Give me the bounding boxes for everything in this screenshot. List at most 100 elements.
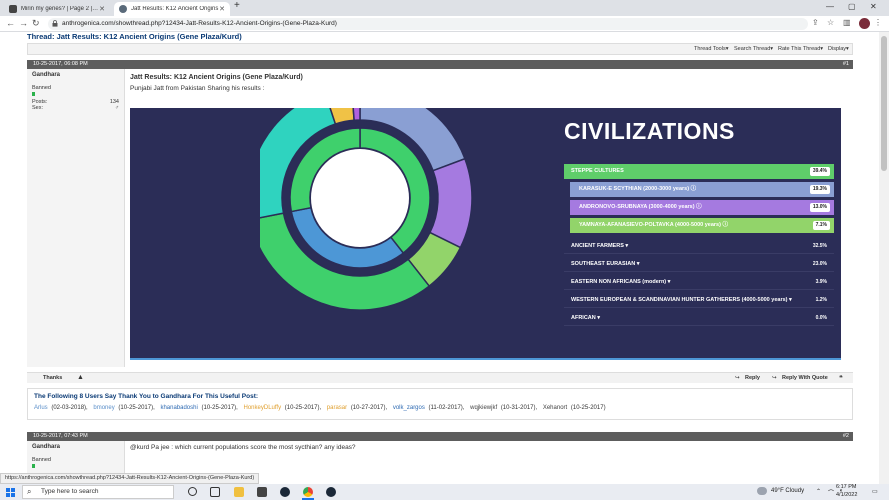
reputation-bar (32, 464, 35, 468)
thanks-user: parasar (10-27-2017), (327, 405, 389, 411)
weather-text[interactable]: 49°F Cloudy (771, 488, 804, 494)
minimize-button[interactable]: — (826, 2, 834, 11)
file-explorer-icon[interactable] (234, 487, 244, 497)
forward-icon[interactable]: → (19, 18, 28, 28)
lock-icon (52, 20, 58, 27)
thanks-button[interactable]: Thanks (43, 375, 62, 381)
sex-row: Sex: ♂ (32, 105, 119, 111)
thread-tools-menu[interactable]: Thread Tools▾ (694, 46, 728, 52)
profile-avatar[interactable] (859, 18, 870, 29)
ancestry-row-percent: 0.0% (815, 315, 827, 321)
ancestry-row-percent: 19.3% (809, 185, 830, 194)
ancestry-row-percent: 23.0% (812, 261, 827, 267)
thanks-user: wqjkiewjkf (10-31-2017), (470, 405, 539, 411)
ancestry-row[interactable]: AFRICAN ▾ 0.0% (564, 311, 834, 326)
post-title: Jatt Results: K12 Ancient Origins (Gene … (130, 74, 303, 81)
ancestry-row[interactable]: EASTERN NON AFRICANS (modern) ▾ 3.9% (564, 275, 834, 290)
site-favicon-icon (119, 5, 127, 13)
thanks-username-link[interactable]: bmoney (93, 405, 114, 411)
civilizations-heading: CIVILIZATIONS (564, 118, 735, 144)
close-tab-icon[interactable]: ✕ (99, 5, 105, 13)
sex-label: Sex: (32, 105, 44, 111)
scrollbar-thumb[interactable] (881, 36, 887, 171)
thanks-username-link[interactable]: Arlus (34, 405, 48, 411)
display-menu[interactable]: Display▾ (828, 46, 849, 52)
ancestry-row[interactable]: STEPPE CULTURES 39.4% (564, 164, 834, 179)
rate-thread-menu[interactable]: Rate This Thread▾ (778, 46, 823, 52)
ancestry-row[interactable]: WESTERN EUROPEAN & SCANDINAVIAN HUNTER G… (564, 293, 834, 308)
taskbar-search-input[interactable]: Type here to search (22, 485, 174, 499)
post-body: Jatt Results: K12 Ancient Origins (Gene … (126, 74, 853, 92)
thanks-username-link[interactable]: HonkeyDLuffy (244, 405, 282, 411)
reply-quote-icon: ↪ (772, 375, 777, 381)
ancestry-row[interactable]: SOUTHEAST EURASIAN ▾ 23.0% (564, 257, 834, 272)
tab-label: Mirin my genes? | Page 2 | Looki (21, 6, 99, 12)
close-window-button[interactable]: ✕ (870, 2, 877, 11)
post-number-link[interactable]: #1 (843, 60, 849, 69)
post-header: 10-25-2017, 06:08 PM #1 (27, 60, 853, 69)
tab-mirin-my-genes[interactable]: Mirin my genes? | Page 2 | Looki ✕ (4, 2, 110, 16)
user-sidebar: Gandhara Banned Posts: 134 Sex: ♂ (27, 69, 125, 367)
ancestry-row-percent: 3.9% (815, 279, 827, 285)
search-icon: ⌕ (27, 487, 32, 496)
ancestry-row[interactable]: ANDRONOVO-SRUBNAYA (3000-4000 years) ⓘ 13… (570, 200, 834, 215)
ancestry-row[interactable]: KARASUK-E SCYTHIAN (2000-3000 years) ⓘ 19… (570, 182, 834, 197)
user-rank: Banned (32, 457, 51, 463)
chrome-icon[interactable] (303, 487, 313, 497)
store-icon[interactable] (257, 487, 267, 497)
username-link[interactable]: Gandhara (32, 72, 119, 78)
cortana-icon[interactable] (188, 487, 197, 496)
post-header: 10-25-2017, 07:43 PM #2 (27, 432, 853, 441)
thanks-username-link[interactable]: parasar (327, 405, 347, 411)
ancestry-row-percent: 1.2% (815, 297, 827, 303)
thanks-username-link[interactable]: Xehanort (543, 405, 567, 411)
ancestry-row-label: EASTERN NON AFRICANS (modern) ▾ (571, 279, 671, 285)
notifications-icon[interactable]: ▭ (872, 488, 878, 495)
reply-button[interactable]: Reply (745, 375, 760, 381)
image-bottom-border (130, 358, 841, 360)
reload-icon[interactable]: ↻ (32, 18, 40, 29)
thanks-date: (11-02-2017), (428, 405, 465, 411)
clock-date[interactable]: 4/1/2022 (836, 492, 857, 498)
thanks-username-link[interactable]: khanabadoshi (160, 405, 197, 411)
network-icon[interactable]: ⌒ (828, 488, 834, 497)
multi-quote-icon[interactable]: ❝ (839, 374, 843, 382)
tab-jatt-results[interactable]: Jatt Results: K12 Ancient Origins ✕ (114, 2, 230, 16)
thanks-date: (10-27-2017), (350, 405, 388, 411)
status-url: https://anthrogenica.com/showthread.php?… (0, 473, 260, 484)
maximize-button[interactable]: ▢ (848, 2, 856, 11)
thanks-date: (10-31-2017), (500, 405, 538, 411)
tray-chevron-icon[interactable]: ⌃ (816, 488, 821, 495)
share-icon[interactable]: ⇪ (812, 18, 819, 27)
tab-bar: Mirin my genes? | Page 2 | Looki ✕ Jatt … (0, 0, 889, 16)
post-footer: Thanks ▲ ↪ Reply ↪ Reply With Quote ❝ (27, 372, 853, 383)
thanks-username-link[interactable]: wqjkiewjkf (470, 405, 497, 411)
username-link[interactable]: Gandhara (32, 444, 119, 450)
side-panel-icon[interactable]: ▥ (843, 18, 851, 27)
back-icon[interactable]: ← (6, 18, 15, 28)
search-thread-menu[interactable]: Search Thread▾ (734, 46, 773, 52)
ancestry-row[interactable]: ANCIENT FARMERS ▾ 32.5% (564, 239, 834, 254)
url-field[interactable]: anthrogenica.com/showthread.php?12434-Ja… (48, 18, 808, 30)
report-icon[interactable]: ▲ (77, 374, 84, 381)
reputation-bar (32, 92, 35, 96)
clock-time[interactable]: 6:17 PM (836, 484, 856, 490)
close-tab-icon[interactable]: ✕ (219, 5, 225, 13)
thanks-username-link[interactable]: volk_zargos (393, 405, 425, 411)
thanks-user-list: Arlus (02-03-2018), bmoney (10-25-2017),… (34, 405, 846, 411)
new-tab-button[interactable]: + (234, 0, 240, 11)
steam-icon[interactable] (280, 487, 290, 497)
ancestry-row[interactable]: YAMNAYA-AFANASIEVO-POLTAVKA (4000-5000 y… (570, 218, 834, 233)
reply-with-quote-button[interactable]: Reply With Quote (782, 375, 828, 381)
thanks-user: khanabadoshi (10-25-2017), (160, 405, 239, 411)
windows-start-icon[interactable] (6, 488, 15, 497)
bookmark-star-icon[interactable]: ☆ (827, 18, 834, 27)
ancestry-donut-chart (260, 108, 473, 311)
thanks-box: The Following 8 Users Say Thank You to G… (27, 388, 853, 420)
thanks-date: (10-25-2017), (118, 405, 155, 411)
task-view-icon[interactable] (210, 487, 220, 497)
steam-icon[interactable] (326, 487, 336, 497)
ancestry-results-image: CIVILIZATIONS STEPPE CULTURES 39.4% KARASU… (130, 108, 841, 358)
post-number-link[interactable]: #2 (843, 432, 849, 441)
menu-icon[interactable]: ⋮ (874, 18, 882, 27)
